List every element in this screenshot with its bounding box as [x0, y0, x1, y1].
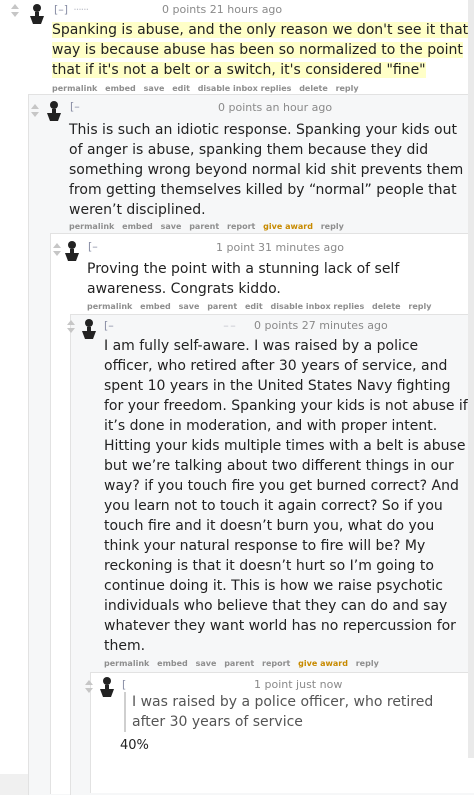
parent-link[interactable]: parent [224, 659, 254, 668]
embed-link[interactable]: embed [140, 302, 171, 311]
parent-link[interactable]: parent [189, 222, 219, 231]
vote-arrows [52, 243, 62, 259]
reply-link[interactable]: reply [321, 222, 344, 231]
snoo-avatar-icon [65, 241, 79, 261]
username-link[interactable]: ······ [72, 3, 89, 16]
permalink-link[interactable]: permalink [69, 222, 114, 231]
permalink-link[interactable]: permalink [104, 659, 149, 668]
comment-body: I am fully self-aware. I was raised by a… [104, 338, 468, 654]
save-link[interactable]: save [144, 84, 165, 93]
permalink-link[interactable]: permalink [52, 84, 97, 93]
embed-link[interactable]: embed [105, 84, 136, 93]
vote-arrows [84, 680, 94, 696]
comment-body: Spanking is abuse, and the only reason w… [52, 22, 469, 78]
parent-link[interactable]: parent [207, 302, 237, 311]
username-link[interactable]: – – [222, 319, 235, 332]
score-and-time: 0 points an hour ago [218, 101, 333, 114]
collapse-toggle[interactable]: [– [70, 100, 80, 113]
blockquote: I was raised by a police officer, who re… [124, 692, 462, 732]
vote-arrows [10, 4, 20, 20]
report-link[interactable]: report [227, 222, 255, 231]
upvote-icon[interactable] [53, 243, 61, 248]
downvote-icon[interactable] [85, 688, 93, 693]
comment-actions: permalink embed save parent report give … [69, 222, 349, 231]
comment-actions: permalink embed save parent edit disable… [87, 302, 436, 311]
downvote-icon[interactable] [67, 328, 75, 333]
disable-inbox-replies-link[interactable]: disable inbox replies [198, 84, 292, 93]
save-link[interactable]: save [196, 659, 217, 668]
vote-arrows [66, 320, 76, 336]
edit-link[interactable]: edit [245, 302, 263, 311]
comment-body: 40% [120, 738, 149, 753]
comment-meta: ······ [72, 3, 89, 16]
upvote-icon[interactable] [11, 4, 19, 9]
snoo-avatar-icon [47, 101, 61, 121]
collapse-toggle[interactable]: [–] [54, 3, 68, 16]
reply-link[interactable]: reply [336, 84, 359, 93]
vote-arrows [30, 104, 40, 120]
delete-link[interactable]: delete [372, 302, 401, 311]
score-and-time: 0 points 21 hours ago [162, 3, 283, 16]
give-award-link[interactable]: give award [263, 222, 313, 231]
give-award-link[interactable]: give award [298, 659, 348, 668]
score-and-time: 0 points 27 minutes ago [254, 319, 388, 332]
report-link[interactable]: report [262, 659, 290, 668]
delete-link[interactable]: delete [299, 84, 328, 93]
reply-link[interactable]: reply [408, 302, 431, 311]
score-and-time: 1 point just now [254, 678, 343, 691]
snoo-avatar-icon [82, 319, 96, 339]
comment-actions: permalink embed save parent report give … [104, 659, 384, 668]
snoo-avatar-icon [100, 677, 114, 697]
downvote-icon[interactable] [11, 12, 19, 17]
snoo-avatar-icon [30, 4, 44, 24]
scrollbar[interactable] [468, 0, 474, 758]
collapse-toggle[interactable]: [ [122, 678, 126, 691]
embed-link[interactable]: embed [122, 222, 153, 231]
save-link[interactable]: save [179, 302, 200, 311]
permalink-link[interactable]: permalink [87, 302, 132, 311]
comment-body: This is such an idiotic response. Spanki… [69, 122, 464, 218]
save-link[interactable]: save [161, 222, 182, 231]
edit-link[interactable]: edit [172, 84, 190, 93]
disable-inbox-replies-link[interactable]: disable inbox replies [271, 302, 365, 311]
comment-body: Proving the point with a stunning lack o… [87, 261, 400, 297]
upvote-icon[interactable] [31, 104, 39, 109]
comment-meta: – – [222, 319, 235, 332]
score-and-time: 1 point 31 minutes ago [216, 241, 345, 254]
collapse-toggle[interactable]: [– [88, 240, 98, 253]
downvote-icon[interactable] [53, 251, 61, 256]
embed-link[interactable]: embed [157, 659, 188, 668]
upvote-icon[interactable] [67, 320, 75, 325]
comment-actions: permalink embed save edit disable inbox … [52, 84, 364, 93]
collapse-toggle[interactable]: [– [104, 319, 114, 332]
upvote-icon[interactable] [85, 680, 93, 685]
reply-link[interactable]: reply [356, 659, 379, 668]
downvote-icon[interactable] [31, 112, 39, 117]
